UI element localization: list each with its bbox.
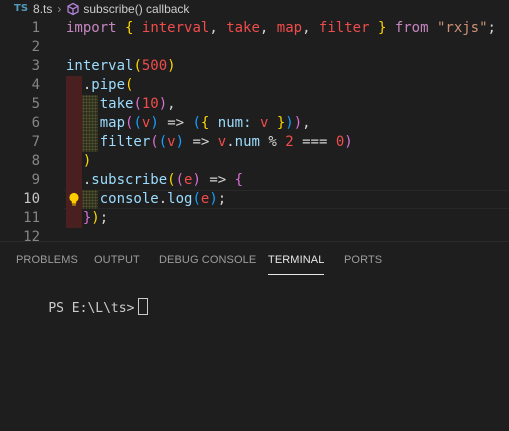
code-line[interactable]: 8 ) bbox=[0, 152, 509, 171]
line-number: 5 bbox=[31, 96, 40, 112]
terminal-cursor bbox=[138, 298, 149, 315]
code-line[interactable]: 11 }); bbox=[0, 209, 509, 228]
tab-terminal[interactable]: TERMINAL bbox=[268, 254, 325, 275]
tab-ports[interactable]: PORTS bbox=[344, 254, 382, 266]
breadcrumb-symbol[interactable]: subscribe() callback bbox=[83, 2, 189, 16]
typescript-file-icon: TS bbox=[14, 3, 29, 14]
line-number: 11 bbox=[23, 210, 40, 226]
code-line[interactable]: 2 bbox=[0, 38, 509, 57]
code-text[interactable]: take(10), bbox=[66, 95, 176, 114]
line-number: 4 bbox=[31, 77, 40, 93]
breadcrumb-file[interactable]: 8.ts bbox=[33, 2, 52, 16]
line-number: 2 bbox=[31, 39, 40, 55]
line-number: 6 bbox=[31, 115, 40, 131]
code-text[interactable]: console.log(e); bbox=[66, 190, 227, 209]
code-text[interactable]: }); bbox=[66, 209, 108, 228]
code-line[interactable]: 6 map((v) => ({ num: v })), bbox=[0, 114, 509, 133]
tab-problems[interactable]: PROBLEMS bbox=[16, 254, 78, 266]
method-symbol-icon bbox=[66, 2, 80, 16]
code-line[interactable]: 5 take(10), bbox=[0, 95, 509, 114]
code-line[interactable]: 3 interval(500) bbox=[0, 57, 509, 76]
breadcrumb-separator-icon: › bbox=[57, 1, 62, 16]
active-tab-indicator bbox=[268, 274, 325, 275]
line-number: 8 bbox=[31, 153, 40, 169]
code-text[interactable]: map((v) => ({ num: v })), bbox=[66, 114, 311, 133]
code-line[interactable]: 7 filter((v) => v.num % 2 === 0) bbox=[0, 133, 509, 152]
code-text[interactable]: ) bbox=[66, 152, 91, 171]
code-text[interactable]: .pipe( bbox=[66, 76, 134, 95]
line-number: 9 bbox=[31, 172, 40, 188]
code-line[interactable]: 1 import { interval, take, map, filter } … bbox=[0, 19, 509, 38]
code-text[interactable]: filter((v) => v.num % 2 === 0) bbox=[66, 133, 353, 152]
tab-output[interactable]: OUTPUT bbox=[94, 254, 140, 266]
terminal-output[interactable]: PS E:\L\ts> bbox=[17, 283, 149, 331]
code-line[interactable]: 9 .subscribe((e) => { bbox=[0, 171, 509, 190]
code-text[interactable]: import { interval, take, map, filter } f… bbox=[66, 19, 496, 38]
tab-terminal-label: TERMINAL bbox=[268, 254, 325, 266]
code-line[interactable]: 4 .pipe( bbox=[0, 76, 509, 95]
line-number: 7 bbox=[31, 134, 40, 150]
code-editor[interactable]: 1 import { interval, take, map, filter } … bbox=[0, 17, 509, 241]
code-text[interactable]: interval(500) bbox=[66, 57, 176, 76]
panel-tabs: PROBLEMS OUTPUT DEBUG CONSOLE TERMINAL P… bbox=[0, 242, 509, 277]
code-text[interactable]: .subscribe((e) => { bbox=[66, 171, 243, 190]
terminal-prompt: PS E:\L\ts> bbox=[48, 301, 135, 316]
line-number: 1 bbox=[31, 20, 40, 36]
line-number: 3 bbox=[31, 58, 40, 74]
line-number: 12 bbox=[23, 229, 40, 241]
tab-debug-console[interactable]: DEBUG CONSOLE bbox=[159, 254, 256, 266]
code-line[interactable]: 12 bbox=[0, 228, 509, 241]
bottom-panel: PROBLEMS OUTPUT DEBUG CONSOLE TERMINAL P… bbox=[0, 241, 509, 431]
breadcrumb: TS 8.ts › subscribe() callback bbox=[0, 0, 509, 17]
line-number: 10 bbox=[23, 191, 40, 207]
lightbulb-icon[interactable] bbox=[68, 192, 80, 207]
code-line[interactable]: 10 console.log(e); bbox=[0, 190, 509, 209]
